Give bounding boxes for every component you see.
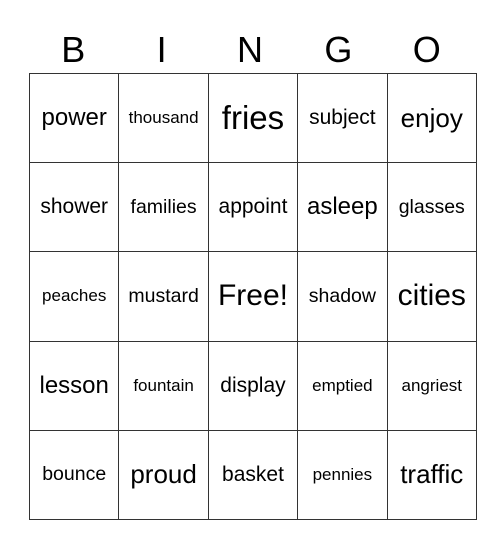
grid-row: power thousand fries subject enjoy bbox=[28, 72, 477, 164]
grid-cell: pennies bbox=[297, 429, 388, 520]
grid-cell: traffic bbox=[386, 429, 477, 520]
grid-cell: power bbox=[28, 72, 120, 164]
header-letter-i: I bbox=[156, 29, 167, 70]
grid-cell: emptied bbox=[297, 340, 388, 431]
grid-cell: asleep bbox=[297, 162, 388, 253]
header-letter-n: N bbox=[236, 29, 263, 70]
grid-cell: cities bbox=[386, 251, 477, 342]
header-letter-o: O bbox=[412, 29, 441, 70]
grid-cell: thousand bbox=[118, 72, 209, 164]
bingo-header: B I N G O bbox=[29, 28, 471, 72]
grid-cell: subject bbox=[297, 72, 388, 164]
header-letter-g: G bbox=[324, 29, 353, 70]
grid-cell: angriest bbox=[386, 340, 477, 431]
grid-cell: shower bbox=[28, 162, 120, 253]
grid-cell: fountain bbox=[118, 340, 209, 431]
grid-cell: appoint bbox=[207, 162, 299, 253]
grid-cell: families bbox=[118, 162, 209, 253]
free-space-cell: Free! bbox=[207, 251, 299, 342]
header-letter-b: B bbox=[61, 29, 86, 70]
grid-cell: glasses bbox=[386, 162, 477, 253]
grid-cell: display bbox=[207, 340, 299, 431]
grid-row: peaches mustard Free! shadow cities bbox=[28, 251, 477, 342]
grid-cell: bounce bbox=[28, 429, 120, 520]
grid-row: bounce proud basket pennies traffic bbox=[28, 429, 477, 520]
grid-cell: basket bbox=[207, 429, 299, 520]
grid-cell: shadow bbox=[297, 251, 388, 342]
grid-row: lesson fountain display emptied angriest bbox=[28, 340, 477, 431]
grid-cell: enjoy bbox=[386, 72, 477, 164]
grid-row: shower families appoint asleep glasses bbox=[28, 162, 477, 253]
grid-cell: peaches bbox=[28, 251, 120, 342]
bingo-card-grid: power thousand fries subject enjoy showe… bbox=[28, 72, 477, 520]
grid-cell: lesson bbox=[28, 340, 120, 431]
grid-cell: fries bbox=[207, 72, 299, 164]
grid-cell: mustard bbox=[118, 251, 209, 342]
grid-cell: proud bbox=[118, 429, 209, 520]
